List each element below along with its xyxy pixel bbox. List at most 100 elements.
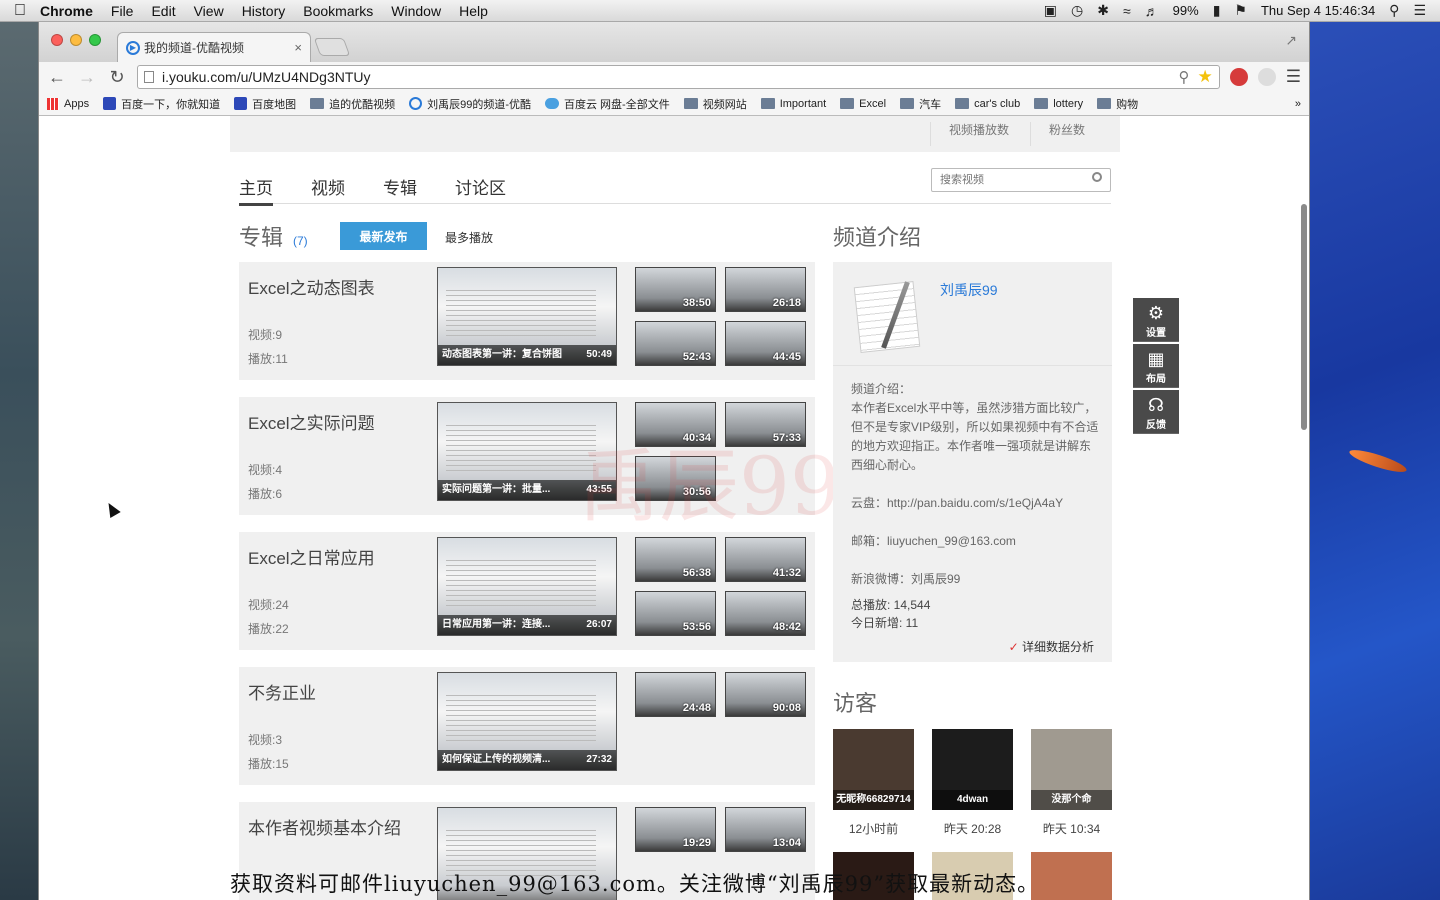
search-icon[interactable]: ⚲ — [1179, 68, 1190, 86]
detail-analysis-link[interactable]: ✓ 详细数据分析 — [1009, 638, 1094, 655]
album-small-thumbnail[interactable]: 26:18 — [725, 267, 806, 312]
bookmark-baidu-map[interactable]: 百度地图 — [234, 96, 296, 112]
menu-app-name[interactable]: Chrome — [40, 3, 93, 19]
bookmark-folder-cars-club[interactable]: car's club — [955, 98, 1020, 110]
bookmark-folder-important[interactable]: Important — [760, 97, 827, 110]
album-name[interactable]: Excel之动态图表 — [248, 274, 375, 299]
album-small-thumbnail[interactable]: 38:50 — [635, 267, 716, 312]
desktop-wallpaper-left — [0, 22, 40, 900]
thumbnail-caption: 如何保证上传的视频清... 27:32 — [438, 750, 616, 770]
reload-icon[interactable]: ↻ — [107, 67, 127, 88]
bookmark-channel[interactable]: 刘禹辰99的频道-优酷 — [409, 96, 531, 112]
url-text[interactable]: i.youku.com/u/UMzU4NDg3NTUy — [162, 69, 1171, 85]
menu-window[interactable]: Window — [391, 3, 441, 19]
close-window-button[interactable] — [51, 34, 63, 46]
album-small-thumbnail[interactable]: 24:48 — [635, 672, 716, 717]
folder-icon — [310, 98, 325, 109]
flag-icon[interactable]: ⚑ — [1234, 2, 1247, 19]
album-name[interactable]: Excel之实际问题 — [248, 409, 375, 434]
apple-icon[interactable]:  — [0, 2, 40, 20]
bookmark-star-icon[interactable]: ★ — [1198, 67, 1213, 87]
address-bar[interactable]: i.youku.com/u/UMzU4NDg3NTUy ⚲ ★ — [137, 65, 1220, 89]
spotlight-icon[interactable]: ⚲ — [1389, 2, 1399, 19]
visitor-avatar[interactable]: 4dwan — [932, 729, 1013, 810]
album-name[interactable]: 本作者视频基本介绍 — [248, 814, 401, 839]
menu-history[interactable]: History — [242, 3, 286, 19]
forward-icon[interactable]: → — [77, 67, 97, 88]
zoom-window-button[interactable] — [89, 34, 101, 46]
bookmark-folder-lottery[interactable]: lottery — [1034, 98, 1083, 110]
bookmarks-overflow-icon[interactable]: » — [1295, 98, 1301, 110]
time-machine-icon[interactable]: ◷ — [1071, 2, 1083, 19]
album-main-thumbnail[interactable]: 如何保证上传的视频清... 27:32 — [437, 672, 617, 771]
album-small-thumbnail[interactable]: 19:29 — [635, 807, 716, 852]
album-small-thumbnail[interactable]: 48:42 — [725, 591, 806, 636]
menu-view[interactable]: View — [194, 3, 224, 19]
duration-text: 26:18 — [772, 297, 801, 309]
bookmark-folder-shopping[interactable]: 购物 — [1097, 96, 1138, 112]
album-small-thumbnail[interactable]: 13:04 — [725, 807, 806, 852]
album-main-thumbnail[interactable]: 日常应用第一讲：连接... 26:07 — [437, 537, 617, 636]
visitor-avatar[interactable]: 无昵称66829714 — [833, 729, 914, 810]
album-small-thumbnail[interactable]: 56:38 — [635, 537, 716, 582]
tab-discussion[interactable]: 讨论区 — [455, 174, 506, 199]
feedback-tool-button[interactable]: ☊ 反馈 — [1133, 390, 1179, 434]
albums-count[interactable]: (7) — [293, 234, 308, 248]
tab-title: 我的频道-优酷视频 — [144, 41, 244, 55]
bookmark-folder-cars[interactable]: 汽车 — [900, 96, 941, 112]
wifi-icon[interactable]: ≈ — [1123, 3, 1131, 19]
tab-home[interactable]: 主页 — [239, 174, 273, 206]
video-search-input[interactable] — [931, 168, 1111, 192]
notification-center-icon[interactable]: ☰ — [1413, 2, 1426, 19]
bookmark-baidu[interactable]: 百度一下，你就知道 — [103, 96, 220, 112]
back-icon[interactable]: ← — [47, 67, 67, 88]
tab-albums[interactable]: 专辑 — [383, 174, 417, 199]
album-small-thumbnail[interactable]: 53:56 — [635, 591, 716, 636]
extension-cloud-icon[interactable] — [1257, 68, 1276, 86]
close-tab-icon[interactable]: × — [294, 40, 302, 55]
sort-newest-button[interactable]: 最新发布 — [340, 222, 427, 250]
album-small-thumbnail[interactable]: 90:08 — [725, 672, 806, 717]
menu-edit[interactable]: Edit — [151, 3, 175, 19]
album-name[interactable]: 不务正业 — [248, 679, 316, 704]
album-small-thumbnail[interactable]: 44:45 — [725, 321, 806, 366]
menu-file[interactable]: File — [111, 3, 134, 19]
bookmark-label: Important — [779, 97, 827, 110]
search-icon[interactable] — [1092, 172, 1102, 182]
browser-tab[interactable]: ▶ 我的频道-优酷视频 × — [117, 32, 311, 62]
minimize-window-button[interactable] — [70, 34, 82, 46]
menu-help[interactable]: Help — [459, 3, 488, 19]
camera-icon[interactable]: ▣ — [1044, 2, 1057, 19]
album-small-thumbnail[interactable]: 41:32 — [725, 537, 806, 582]
battery-icon[interactable]: ▮ — [1213, 2, 1221, 19]
album-main-thumbnail[interactable]: 动态图表第一讲：复合饼图 50:49 — [437, 267, 617, 366]
bookmark-folder-video-sites[interactable]: 视频网站 — [683, 96, 747, 112]
bluetooth-icon[interactable]: ✱ — [1097, 2, 1109, 19]
album-card[interactable]: Excel之动态图表 视频:9 播放:11 动态图表第一讲：复合饼图 50:49 … — [239, 262, 815, 380]
fullscreen-icon[interactable]: ↗ — [1285, 32, 1297, 49]
album-play-count: 播放:11 — [248, 352, 288, 366]
tab-videos[interactable]: 视频 — [311, 174, 345, 199]
bookmark-folder-excel[interactable]: Excel — [840, 98, 886, 110]
battery-percent[interactable]: 99% — [1173, 3, 1199, 18]
bookmark-folder-youku[interactable]: 追的优酷视频 — [310, 96, 395, 112]
channel-username[interactable]: 刘禹辰99 — [940, 280, 998, 300]
visitor-avatar[interactable] — [1031, 852, 1112, 900]
menu-bookmarks[interactable]: Bookmarks — [303, 3, 373, 19]
visitor-avatar[interactable]: 没那个命 — [1031, 729, 1112, 810]
bookmark-apps[interactable]: Apps — [47, 97, 89, 110]
page-scrollbar[interactable] — [1301, 204, 1307, 430]
layout-tool-button[interactable]: ▦ 布局 — [1133, 344, 1179, 388]
menubar-clock[interactable]: Thu Sep 4 15:46:34 — [1261, 3, 1375, 18]
volume-icon[interactable]: ♬ — [1145, 3, 1159, 19]
sort-most-played-link[interactable]: 最多播放 — [445, 229, 493, 246]
album-card[interactable]: Excel之日常应用 视频:24 播放:22 日常应用第一讲：连接... 26:0… — [239, 532, 815, 650]
bookmark-baidu-cloud[interactable]: 百度云 网盘-全部文件 — [544, 96, 670, 112]
chrome-menu-icon[interactable]: ☰ — [1286, 67, 1301, 87]
album-card[interactable]: 不务正业 视频:3 播放:15 如何保证上传的视频清... 27:32 24:48… — [239, 667, 815, 785]
new-tab-button[interactable] — [313, 38, 351, 56]
extension-red-icon[interactable] — [1229, 68, 1248, 86]
album-name[interactable]: Excel之日常应用 — [248, 544, 375, 569]
album-small-thumbnail[interactable]: 52:43 — [635, 321, 716, 366]
settings-tool-button[interactable]: ⚙ 设置 — [1133, 298, 1179, 342]
